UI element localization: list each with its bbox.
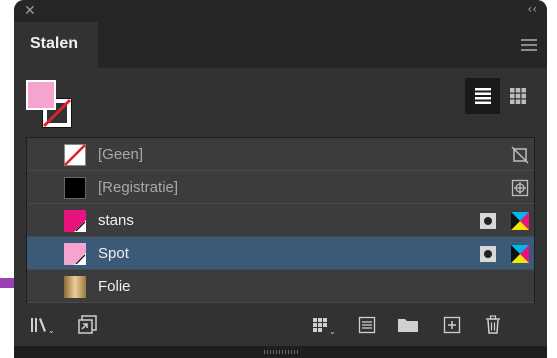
fill-swatch[interactable] [26, 80, 56, 110]
panel-titlebar: ✕ ‹‹ [14, 0, 547, 22]
swatch-chip [64, 210, 86, 232]
swatch-name: [Geen] [98, 146, 144, 163]
tab-stalen[interactable]: Stalen [14, 22, 98, 68]
panel-footer: ⌄ ⌄ [14, 306, 547, 346]
color-group-icon [358, 316, 376, 334]
fill-stroke-widget[interactable] [26, 80, 76, 130]
swatch-none-icon [64, 144, 86, 166]
swatch-chip [64, 177, 86, 199]
grid-view-icon [509, 88, 526, 104]
spot-color-icon [480, 246, 496, 262]
new-color-group-button[interactable] [358, 314, 376, 336]
swatch-name: Folie [98, 278, 131, 295]
cmyk-icon [511, 212, 529, 230]
resize-bar[interactable] [14, 346, 547, 358]
spot-color-icon [480, 213, 496, 229]
delete-swatch-button[interactable] [484, 314, 502, 336]
cmyk-icon [511, 245, 529, 263]
swatch-libraries-button[interactable]: ⌄ [30, 314, 56, 336]
swatch-gradient-chip [64, 276, 86, 298]
tab-row: Stalen [14, 22, 547, 68]
folder-icon [398, 319, 418, 332]
swatch-row-registratie[interactable]: [Registratie] [27, 171, 534, 204]
swatch-name: stans [98, 212, 134, 229]
list-view-icon [474, 88, 491, 104]
new-swatch-button[interactable] [443, 314, 461, 336]
swatch-row-folie[interactable]: Folie [27, 270, 534, 303]
new-folder-button[interactable] [397, 314, 419, 336]
svg-text:⌄: ⌄ [48, 326, 55, 335]
show-swatch-kinds-button[interactable]: ⌄ [312, 314, 338, 336]
import-swatches-button[interactable] [78, 314, 98, 336]
list-view-button[interactable] [465, 78, 500, 114]
collapse-icon[interactable]: ‹‹ [527, 2, 537, 16]
view-toggle [465, 78, 535, 114]
not-editable-icon [511, 146, 529, 164]
swatch-row-spot[interactable]: Spot [27, 237, 534, 270]
swatch-kinds-icon: ⌄ [313, 318, 336, 335]
import-icon [78, 315, 97, 334]
plus-icon [443, 316, 461, 334]
swatch-chip [64, 243, 86, 265]
swatch-row-geen[interactable]: [Geen] [27, 138, 534, 171]
swatch-name: [Registratie] [98, 179, 179, 196]
resize-grip-icon[interactable] [264, 350, 298, 354]
libraries-icon: ⌄ [31, 318, 55, 335]
swatch-row-stans[interactable]: stans [27, 204, 534, 237]
swatch-list: [Geen] [Registratie] stans Spot Folie [26, 137, 535, 303]
trash-icon [486, 315, 500, 334]
swatch-name: Spot [98, 245, 129, 262]
registration-icon [511, 179, 529, 197]
svg-text:⌄: ⌄ [329, 327, 336, 335]
close-icon[interactable]: ✕ [24, 3, 36, 19]
grid-view-button[interactable] [500, 78, 535, 114]
swatches-panel: ✕ ‹‹ Stalen [Geen] [Registratie] stans S… [14, 0, 547, 358]
panel-menu-icon[interactable] [521, 39, 537, 51]
